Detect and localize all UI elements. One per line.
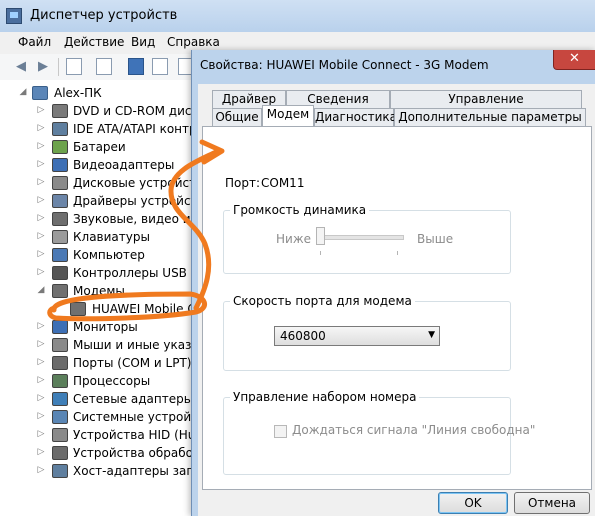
tab-modem[interactable]: Модем bbox=[262, 105, 314, 126]
hand-drawn-annotation bbox=[47, 139, 225, 322]
annotation-arrow-line bbox=[168, 149, 219, 311]
annotation-loop bbox=[47, 291, 207, 322]
